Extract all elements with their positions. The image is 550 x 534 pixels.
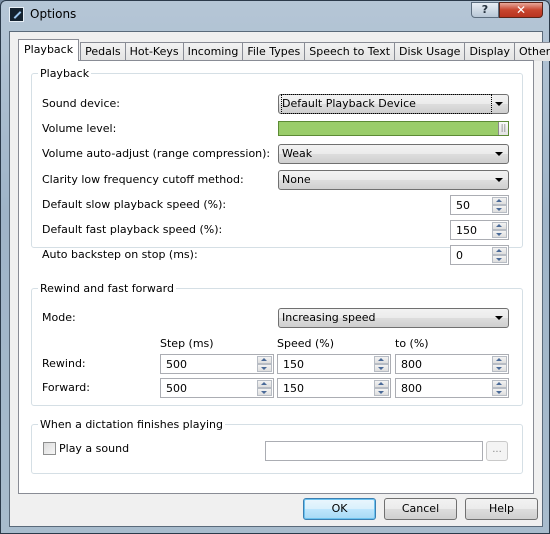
slow-speed-spinner[interactable]: 50	[450, 195, 509, 215]
dialog-client-area: Playback Pedals Hot-Keys Incoming File T…	[9, 31, 550, 527]
spin-down-arrow-icon[interactable]	[492, 255, 507, 263]
forward-to-value: 800	[401, 382, 422, 395]
forward-label: Forward:	[42, 381, 90, 394]
chevron-down-icon	[495, 152, 503, 156]
rewind-speed-spinner[interactable]: 150	[277, 354, 391, 374]
tab-playback[interactable]: Playback	[18, 39, 80, 61]
backstep-value: 0	[456, 249, 463, 262]
spin-down-arrow-icon[interactable]	[492, 205, 507, 213]
ok-button[interactable]: OK	[303, 498, 376, 520]
rewind-step-value: 500	[166, 358, 187, 371]
spin-up-arrow-icon[interactable]	[492, 247, 507, 255]
rewind-to-spinner[interactable]: 800	[395, 354, 509, 374]
backstep-spinner[interactable]: 0	[450, 245, 509, 265]
spin-down-arrow-icon[interactable]	[257, 364, 272, 372]
spin-up-arrow-icon[interactable]	[492, 222, 507, 230]
tab-display[interactable]: Display	[464, 42, 515, 61]
rewind-ff-group-title: Rewind and fast forward	[40, 282, 174, 295]
play-sound-checkbox[interactable]	[43, 442, 56, 455]
spin-up-arrow-icon[interactable]	[492, 197, 507, 205]
mode-select[interactable]: Increasing speed	[278, 308, 509, 328]
backstep-label: Auto backstep on stop (ms):	[42, 248, 198, 261]
spin-down-arrow-icon[interactable]	[492, 230, 507, 238]
tab-disk-usage[interactable]: Disk Usage	[394, 42, 466, 61]
help-button[interactable]: Help	[465, 498, 538, 520]
spin-up-arrow-icon[interactable]	[257, 356, 272, 364]
playback-tab-panel: Playback Sound device: Default Playback …	[18, 60, 534, 494]
spin-up-arrow-icon[interactable]	[492, 380, 507, 388]
fast-speed-value: 150	[456, 224, 477, 237]
sound-file-input[interactable]	[265, 441, 483, 461]
slow-speed-value: 50	[456, 199, 470, 212]
tab-incoming[interactable]: Incoming	[182, 42, 244, 61]
spin-down-arrow-icon[interactable]	[492, 364, 507, 372]
rewind-to-value: 800	[401, 358, 422, 371]
tab-file-types[interactable]: File Types	[242, 42, 306, 61]
spin-up-arrow-icon[interactable]	[374, 380, 389, 388]
sound-device-label: Sound device:	[42, 97, 120, 110]
title-help-button[interactable]: ?	[471, 2, 499, 18]
spin-down-arrow-icon[interactable]	[257, 388, 272, 396]
title-bar[interactable]: Options ? ✕	[1, 1, 549, 31]
forward-step-value: 500	[166, 382, 187, 395]
step-column-header: Step (ms)	[160, 337, 214, 350]
auto-adjust-select[interactable]: Weak	[278, 144, 509, 164]
spin-down-arrow-icon[interactable]	[374, 364, 389, 372]
slider-thumb-handle[interactable]: ||	[498, 122, 508, 135]
spin-up-arrow-icon[interactable]	[257, 380, 272, 388]
options-dialog: Options ? ✕ Playback Pedals Hot-Keys Inc…	[0, 0, 550, 534]
spin-up-arrow-icon[interactable]	[492, 356, 507, 364]
tab-other[interactable]: Other	[514, 42, 550, 61]
chevron-down-icon	[495, 316, 503, 320]
cancel-button[interactable]: Cancel	[384, 498, 457, 520]
spin-up-arrow-icon[interactable]	[374, 356, 389, 364]
clarity-value: None	[282, 173, 311, 186]
playback-group-title: Playback	[40, 67, 90, 80]
volume-level-label: Volume level:	[42, 122, 117, 135]
finish-group-title: When a dictation finishes playing	[40, 418, 223, 431]
tab-pedals[interactable]: Pedals	[80, 42, 126, 61]
auto-adjust-label: Volume auto-adjust (range compression):	[42, 147, 271, 160]
window-title: Options	[30, 7, 77, 21]
sound-device-select[interactable]: Default Playback Device	[278, 94, 509, 114]
mode-label: Mode:	[42, 311, 76, 324]
chevron-down-icon	[495, 178, 503, 182]
close-icon: ✕	[515, 3, 527, 17]
rewind-speed-value: 150	[283, 358, 304, 371]
chevron-down-icon	[495, 102, 503, 106]
forward-step-spinner[interactable]: 500	[160, 378, 274, 398]
spin-down-arrow-icon[interactable]	[374, 388, 389, 396]
close-button[interactable]: ✕	[499, 2, 543, 18]
to-column-header: to (%)	[395, 337, 429, 350]
rewind-label: Rewind:	[42, 357, 86, 370]
spin-down-arrow-icon[interactable]	[492, 388, 507, 396]
speed-column-header: Speed (%)	[277, 337, 335, 350]
browse-button[interactable]: ...	[486, 441, 508, 461]
forward-speed-value: 150	[283, 382, 304, 395]
play-sound-label[interactable]: Play a sound	[59, 442, 129, 455]
volume-level-slider[interactable]: ||	[278, 121, 509, 136]
app-feather-icon	[9, 7, 24, 22]
sound-device-value: Default Playback Device	[281, 94, 492, 114]
fast-speed-spinner[interactable]: 150	[450, 220, 509, 240]
rewind-step-spinner[interactable]: 500	[160, 354, 274, 374]
forward-to-spinner[interactable]: 800	[395, 378, 509, 398]
auto-adjust-value: Weak	[282, 147, 313, 160]
forward-speed-spinner[interactable]: 150	[277, 378, 391, 398]
fast-speed-label: Default fast playback speed (%):	[42, 223, 223, 236]
tab-bar: Playback Pedals Hot-Keys Incoming File T…	[18, 39, 550, 61]
clarity-select[interactable]: None	[278, 170, 509, 190]
tab-hot-keys[interactable]: Hot-Keys	[124, 42, 184, 61]
clarity-label: Clarity low frequency cutoff method:	[42, 173, 244, 186]
tab-speech-to-text[interactable]: Speech to Text	[304, 42, 396, 61]
slow-speed-label: Default slow playback speed (%):	[42, 198, 227, 211]
mode-value: Increasing speed	[282, 311, 376, 324]
